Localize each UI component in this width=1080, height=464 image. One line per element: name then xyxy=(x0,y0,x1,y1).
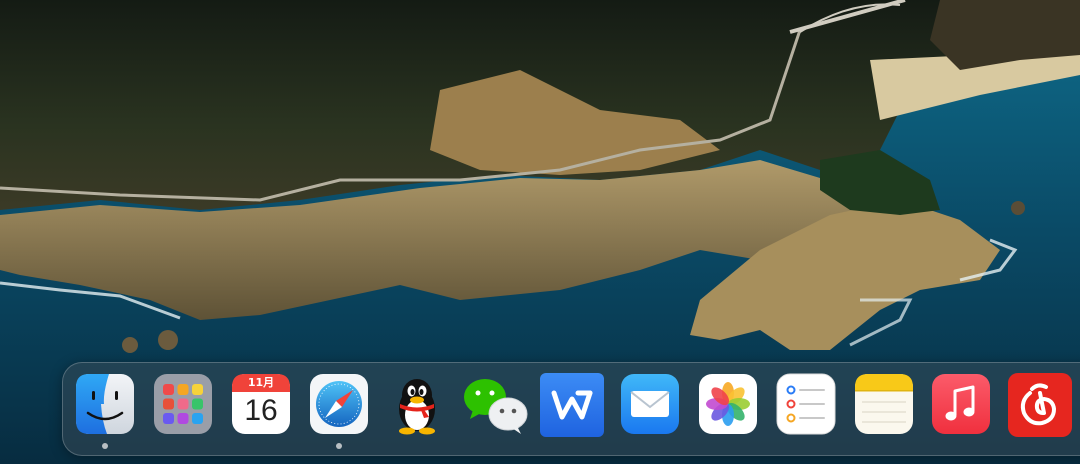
reminders-icon xyxy=(776,373,836,435)
wps-office-icon xyxy=(540,373,604,437)
qq-penguin-icon xyxy=(399,379,435,435)
music-icon xyxy=(932,374,990,434)
running-indicator xyxy=(336,443,342,449)
dock-app-qq[interactable] xyxy=(387,373,447,435)
dock-app-notes[interactable] xyxy=(854,373,914,435)
dock-app-wechat[interactable] xyxy=(461,373,528,435)
safari-icon xyxy=(310,374,368,434)
wechat-icon xyxy=(464,379,528,434)
notes-icon xyxy=(855,374,913,434)
finder-icon xyxy=(76,374,134,434)
dock-app-mail[interactable] xyxy=(620,373,680,435)
dock-app-photos[interactable] xyxy=(698,373,758,435)
running-indicator xyxy=(102,443,108,449)
dock-app-launchpad[interactable] xyxy=(153,373,213,435)
dock-app-wps[interactable] xyxy=(540,373,604,437)
launchpad-icon xyxy=(154,374,212,434)
dock-app-music[interactable] xyxy=(931,373,991,435)
photos-icon xyxy=(699,374,757,434)
dock-app-safari[interactable] xyxy=(309,373,369,435)
dock-app-finder[interactable] xyxy=(75,373,135,435)
dock-app-netease-music[interactable] xyxy=(1008,373,1072,437)
dock-app-reminders[interactable] xyxy=(776,373,836,435)
dock-app-calendar[interactable]: 11月 16 xyxy=(231,373,291,435)
netease-cloud-music-icon xyxy=(1008,373,1072,437)
mail-icon xyxy=(621,374,679,434)
calendar-day: 16 xyxy=(244,394,278,427)
